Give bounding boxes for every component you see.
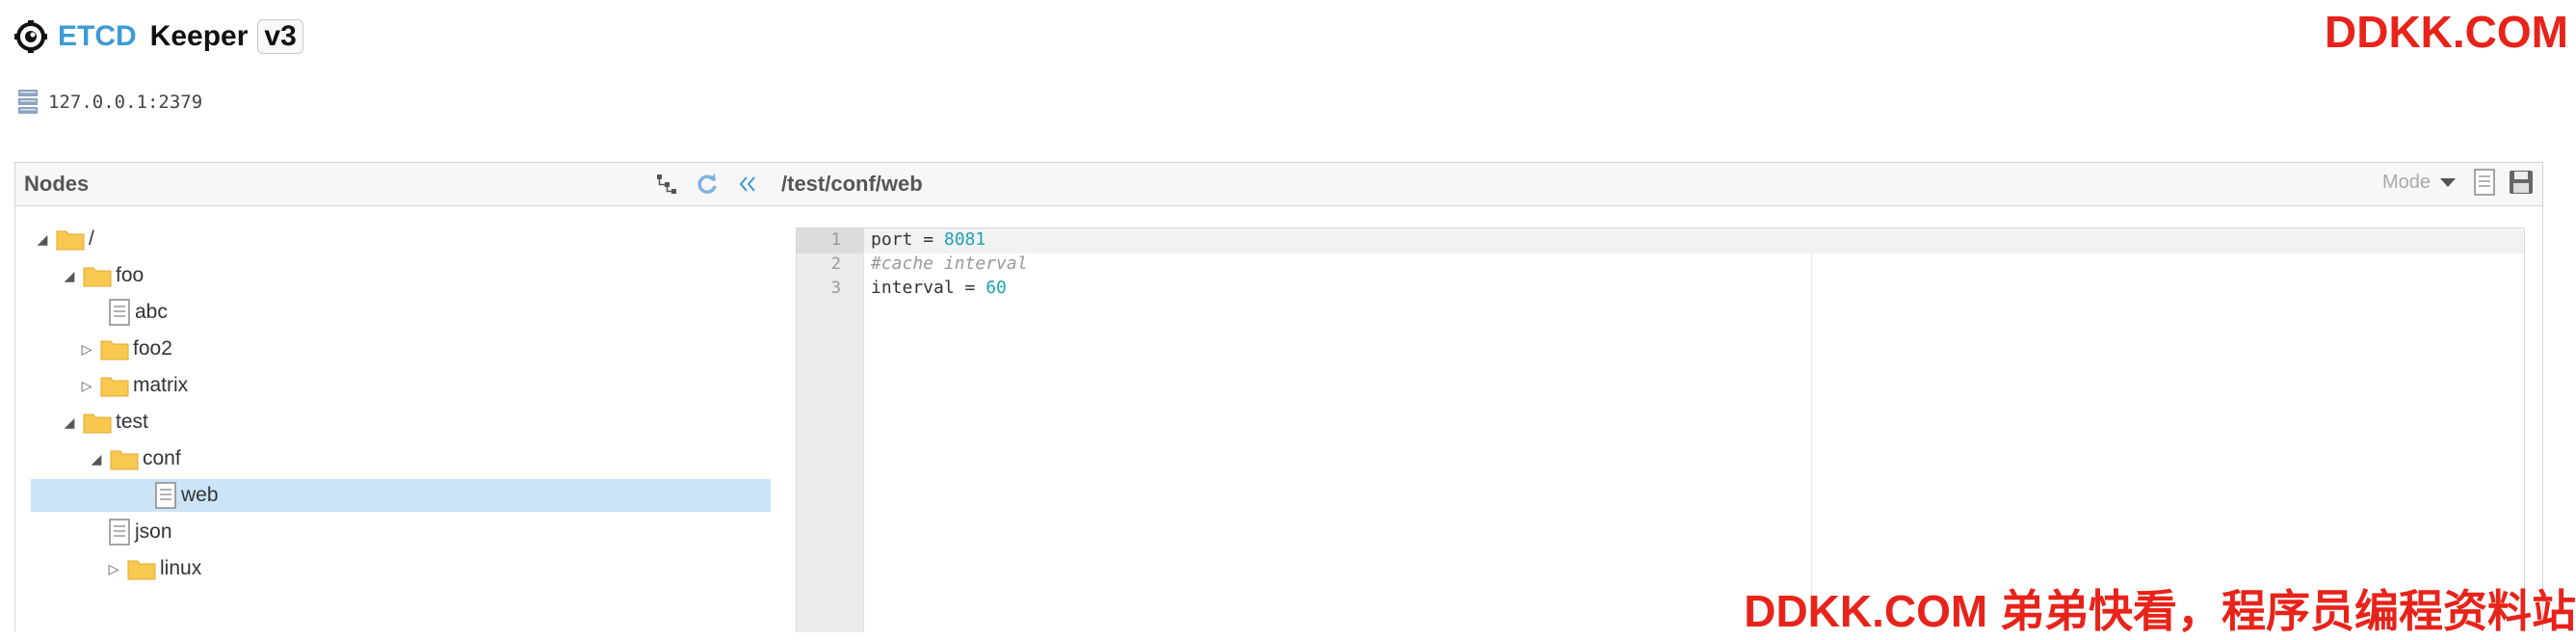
tree-view-icon[interactable] <box>653 171 680 198</box>
folder-icon <box>127 560 156 580</box>
mode-dropdown-label[interactable]: Mode <box>2382 172 2431 194</box>
folder-icon <box>83 267 112 287</box>
tree-node-label: foo2 <box>133 337 172 360</box>
editor-toolbar: Mode <box>2382 169 2535 196</box>
server-info: 127.0.0.1:2379 <box>17 89 202 116</box>
code-key: interval <box>871 278 955 298</box>
expanded-arrow-icon[interactable]: ◢ <box>89 451 104 467</box>
brand-etcd: ETCD <box>58 20 137 52</box>
active-line-highlight <box>864 228 2524 253</box>
editor-panel: /test/conf/web Mode 1 2 3 port = 8081 #c… <box>772 162 2543 632</box>
tree-node-label: linux <box>160 557 202 579</box>
tree-node-label: test <box>116 411 148 433</box>
folder-icon <box>100 340 129 360</box>
save-icon[interactable] <box>2508 169 2535 196</box>
nodes-panel-header: Nodes <box>15 163 773 206</box>
nodes-toolbar <box>653 171 761 198</box>
node-path-title: /test/conf/web <box>781 172 923 196</box>
folder-icon <box>110 450 139 470</box>
folder-icon <box>83 413 112 434</box>
tree-node-web[interactable]: web <box>31 479 771 512</box>
tree-node-root[interactable]: ◢ / <box>35 223 94 255</box>
tree-node-label: matrix <box>133 374 189 396</box>
tree-node-label: / <box>89 227 94 250</box>
file-icon <box>109 299 130 326</box>
tree-node-abc[interactable]: abc <box>108 296 168 329</box>
file-icon <box>109 519 130 546</box>
brand-keeper: Keeper <box>149 20 249 52</box>
expanded-arrow-icon[interactable]: ◢ <box>62 268 77 283</box>
folder-icon <box>100 377 129 397</box>
tree-node-foo[interactable]: ◢ foo <box>62 259 144 292</box>
code-number: 8081 <box>943 229 986 250</box>
collapse-icon[interactable] <box>734 171 761 198</box>
code-operator: = <box>954 278 986 298</box>
tree-node-label: foo <box>116 264 145 286</box>
tree-node-label: json <box>135 520 172 543</box>
code-comment: #cache interval <box>871 253 1028 274</box>
tree-node-label: conf <box>143 447 181 469</box>
line-number: 3 <box>830 279 841 298</box>
line-number: 1 <box>830 230 841 250</box>
tree-node-linux[interactable]: ▷ linux <box>106 552 201 585</box>
code-number: 60 <box>986 278 1007 298</box>
etcd-logo-icon <box>14 20 47 53</box>
app-logo: ETCD Keeper v3 <box>13 15 303 58</box>
folder-icon <box>56 230 85 251</box>
document-icon[interactable] <box>2471 169 2498 196</box>
server-address: 127.0.0.1:2379 <box>48 92 203 113</box>
tree-node-label: web <box>181 484 219 506</box>
editor-panel-header: /test/conf/web Mode <box>772 163 2542 206</box>
tree-node-test[interactable]: ◢ test <box>62 406 148 439</box>
server-icon <box>18 90 38 114</box>
expanded-arrow-icon[interactable]: ◢ <box>62 414 77 430</box>
code-line: #cache interval <box>871 253 1028 274</box>
code-key: port <box>871 229 913 250</box>
code-line: interval = 60 <box>871 278 1007 298</box>
tree-node-conf[interactable]: ◢ conf <box>89 442 181 475</box>
collapsed-arrow-icon[interactable]: ▷ <box>106 561 121 576</box>
nodes-panel: Nodes ◢ / ◢ foo abc ▷ foo2 ▷ matrix ◢ te… <box>14 162 774 631</box>
line-number: 2 <box>830 254 841 274</box>
code-editor[interactable]: 1 2 3 port = 8081 #cache interval interv… <box>796 227 2525 632</box>
tree-node-label: abc <box>135 301 168 323</box>
expanded-arrow-icon[interactable]: ◢ <box>35 231 50 247</box>
code-line: port = 8081 <box>871 229 986 250</box>
nodes-title: Nodes <box>24 172 90 196</box>
watermark-top: DDKK.COM <box>2325 7 2568 57</box>
code-operator: = <box>912 229 944 250</box>
tree-node-matrix[interactable]: ▷ matrix <box>79 369 188 402</box>
tree-node-json[interactable]: json <box>108 516 172 548</box>
file-icon <box>155 482 176 509</box>
watermark-bottom: DDKK.COM 弟弟快看，程序员编程资料站 <box>1744 586 2576 636</box>
version-badge: v3 <box>257 19 303 54</box>
caret-down-icon[interactable] <box>2440 177 2456 187</box>
refresh-icon[interactable] <box>694 171 721 198</box>
tree-node-foo2[interactable]: ▷ foo2 <box>79 333 172 365</box>
collapsed-arrow-icon[interactable]: ▷ <box>79 378 94 393</box>
collapsed-arrow-icon[interactable]: ▷ <box>79 341 94 357</box>
